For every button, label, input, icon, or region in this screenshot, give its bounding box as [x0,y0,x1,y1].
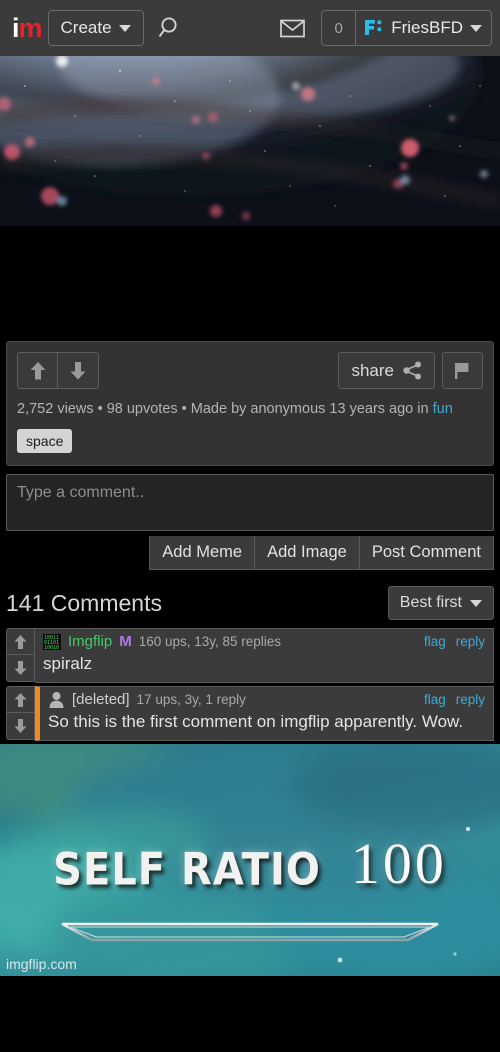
share-label: share [351,360,394,380]
chevron-down-icon [118,24,131,32]
post-comment-button[interactable]: Post Comment [359,536,494,570]
comments-sort-dropdown[interactable]: Best first [387,586,494,620]
comment-actions: flag reply [424,634,485,649]
comment-item: [deleted] 17 ups, 3y, 1 reply flag reply… [6,686,494,741]
comments-count-label: 141 Comments [6,589,162,616]
flag-icon [455,362,469,379]
comment-flag-link[interactable]: flag [424,634,446,649]
comment-moderator-badge: M [119,633,132,650]
post-tag-row: space [17,429,483,453]
add-image-button[interactable]: Add Image [255,536,360,570]
comment-upvote-button[interactable] [6,686,35,713]
comment-form-buttons: Add Meme Add Image Post Comment [6,536,494,570]
flag-button[interactable] [442,352,483,389]
comment-text: So this is the first comment on imgflip … [48,712,464,731]
imgflip-binary-avatar-icon: 100110110110010 [43,633,61,650]
comment-text: spiralz [43,654,93,673]
arrow-up-icon [30,361,45,379]
arrow-up-icon [14,634,27,649]
skyrim-skill-background [0,744,500,976]
share-nodes-icon [403,361,421,380]
arrow-up-icon [14,692,27,707]
add-meme-button[interactable]: Add Meme [149,536,256,570]
post-upvote-button[interactable] [17,352,58,389]
comment-actions: flag reply [424,692,485,707]
arrow-down-icon [14,661,27,675]
search-icon[interactable] [158,15,184,41]
mail-icon[interactable] [280,19,306,38]
arrow-down-icon [70,361,86,379]
create-button[interactable]: Create [47,10,144,46]
comment-author[interactable]: Imgflip [68,633,112,650]
comment-author[interactable]: [deleted] [72,691,130,708]
comment-header-row: [deleted] 17 ups, 3y, 1 reply flag reply [48,691,485,708]
user-account-button[interactable]: FriesBFD [356,11,491,45]
galaxy-graphic [0,56,500,226]
post-share-group: share [338,352,483,389]
post-stream-link[interactable]: fun [433,401,453,417]
comment-downvote-button[interactable] [6,655,35,682]
comment-input[interactable] [6,474,494,531]
arrow-down-icon [14,719,27,733]
comment-item: 10011 01101 10010 Imgflip M 160 ups, 13y, … [6,628,494,683]
image-bottom-spacer [0,226,500,341]
header-right-group: 0 FriesBFD [280,10,492,46]
svg-text:10010: 10010 [44,645,59,650]
imgflip-watermark: imgflip.com [6,956,77,972]
username-label: FriesBFD [391,18,463,37]
post-meta-text: 2,752 views • 98 upvotes • Made by anony… [17,400,483,419]
comment-meme-image[interactable]: SELF RATIO 100 imgflip.com [0,744,500,976]
post-actions-row: share [17,352,483,389]
post-tag-space[interactable]: space [17,429,73,453]
user-menu[interactable]: 0 FriesBFD [321,10,492,46]
comment-reply-link[interactable]: reply [456,692,485,707]
comments-sort-label: Best first [399,594,462,611]
post-meta-panel: share 2,752 views • 98 upvotes • Made by… [6,341,494,466]
comment-vote-group [6,628,35,683]
create-label: Create [60,18,112,37]
site-header: im Create 0 FriesBFD [0,0,500,56]
chevron-down-icon [470,599,482,607]
user-favicon-icon [365,19,384,37]
imgflip-logo[interactable]: im [8,12,48,43]
comment-flag-link[interactable]: flag [424,692,446,707]
comment-body: 10011 01101 10010 Imgflip M 160 ups, 13y, … [35,628,494,683]
comment-stats: 160 ups, 13y, 85 replies [138,634,282,649]
chevron-down-icon [470,24,482,32]
comment-header-row: 10011 01101 10010 Imgflip M 160 ups, 13y, … [43,633,485,650]
post-downvote-button[interactable] [58,352,99,389]
comment-form: Add Meme Add Image Post Comment [6,474,494,570]
imgflip-page: im Create 0 FriesBFD share 2,752 views •… [0,0,500,1052]
comment-vote-group [6,686,35,741]
notification-count[interactable]: 0 [322,11,357,45]
post-meta-stats: 2,752 views • 98 upvotes • Made by anony… [17,401,429,417]
share-button[interactable]: share [338,352,435,389]
comment-reply-link[interactable]: reply [456,634,485,649]
comment-stats: 17 ups, 3y, 1 reply [136,692,246,707]
comment-upvote-button[interactable] [6,628,35,655]
comment-downvote-button[interactable] [6,713,35,740]
logo-letter-m: m [18,12,43,43]
post-image-galaxy[interactable] [0,56,500,226]
comments-header: 141 Comments Best first [6,586,494,620]
post-vote-group [17,352,99,389]
comment-body: [deleted] 17 ups, 3y, 1 reply flag reply… [35,686,494,741]
deleted-user-avatar-icon [49,692,64,708]
